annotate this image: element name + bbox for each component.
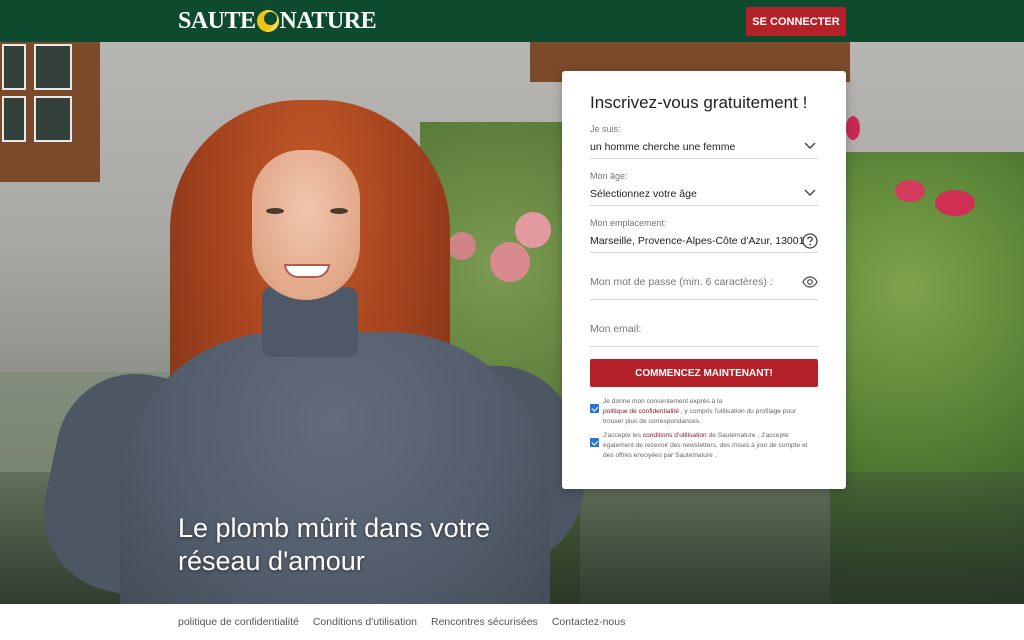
location-field[interactable]: Mon emplacement: Marseille, Provence-Alp… [590,218,818,253]
chevron-down-icon[interactable] [802,138,818,154]
logo-text-left: SAUTE [178,7,256,34]
hero-background-window [0,42,100,182]
hero-background-flower [935,190,975,216]
privacy-policy-link[interactable]: politique de confidentialité [603,408,679,415]
seeking-label: Je suis: [590,124,621,134]
hero-tagline: Le plomb mûrit dans votre réseau d'amour [178,513,491,576]
hero-background-flower [895,180,925,202]
footer-link-contact[interactable]: Contactez-nous [552,616,626,628]
hero-person-eye [330,208,348,214]
login-button[interactable]: SE CONNECTER [746,7,846,36]
start-now-button[interactable]: COMMENCEZ MAINTENANT! [590,359,818,387]
site-logo[interactable]: SAUTE NATURE [178,7,377,35]
terms-consent-text-before: J'accepte les [603,432,641,439]
moon-logo-icon [256,10,279,32]
footer-links: politique de confidentialité Conditions … [178,616,625,628]
privacy-consent: Je donne mon consentement exprès à la po… [590,397,818,427]
age-value[interactable]: Sélectionnez votre âge [590,183,818,205]
hero-background-flower [515,212,551,248]
eye-icon[interactable] [802,274,818,290]
location-value[interactable]: Marseille, Provence-Alpes-Côte d'Azur, 1… [590,230,818,252]
hero-background-flower [448,232,476,260]
age-label: Mon âge: [590,171,628,181]
top-header: SAUTE NATURE SE CONNECTER [0,0,1024,42]
password-placeholder[interactable]: Mon mot de passe (min. 6 caractères) : [590,265,818,299]
location-label: Mon emplacement: [590,218,667,228]
terms-consent-checkbox[interactable] [590,438,599,447]
age-select[interactable]: Mon âge: Sélectionnez votre âge [590,171,818,206]
email-field[interactable]: Mon email: [590,312,818,347]
seeking-select[interactable]: Je suis: un homme cherche une femme [590,124,818,159]
terms-of-use-link[interactable]: conditions d'utilisation [643,432,707,439]
hero-background-flower [846,116,860,140]
help-icon[interactable] [802,233,818,249]
page-footer: politique de confidentialité Conditions … [0,604,1024,640]
logo-text-right: NATURE [279,7,377,34]
hero-person-smile [284,264,330,278]
signup-title: Inscrivez-vous gratuitement ! [590,93,808,112]
footer-link-safe-dating[interactable]: Rencontres sécurisées [431,616,538,628]
password-field[interactable]: Mon mot de passe (min. 6 caractères) : [590,265,818,300]
hero-background-flower [490,242,530,282]
terms-consent: J'accepte les conditions d'utilisation d… [590,431,818,461]
hero-person-eye [266,208,284,214]
chevron-down-icon[interactable] [802,185,818,201]
privacy-consent-checkbox[interactable] [590,404,599,413]
privacy-consent-text-before: Je donne mon consentement exprès à la [603,398,723,405]
email-placeholder[interactable]: Mon email: [590,312,818,346]
footer-link-privacy[interactable]: politique de confidentialité [178,616,299,628]
footer-link-terms[interactable]: Conditions d'utilisation [313,616,417,628]
privacy-consent-text: Je donne mon consentement exprès à la po… [603,397,818,427]
hero-section: Le plomb mûrit dans votre réseau d'amour [0,42,1024,604]
terms-consent-text: J'accepte les conditions d'utilisation d… [603,431,818,461]
signup-card: Inscrivez-vous gratuitement ! Je suis: u… [562,71,846,489]
seeking-value[interactable]: un homme cherche une femme [590,136,818,158]
